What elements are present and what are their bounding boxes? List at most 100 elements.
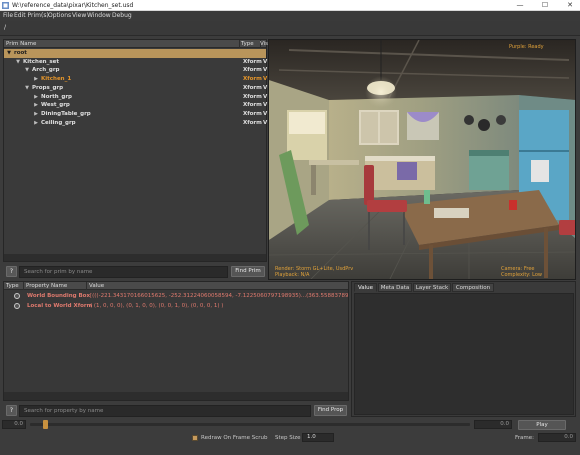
prim-name: DiningTable_grp [41, 110, 91, 117]
collapse-arrow-right-icon[interactable]: ▶ [33, 75, 39, 84]
collapse-arrow-right-icon[interactable]: ▶ [33, 101, 39, 110]
visibility-toggle[interactable]: V [263, 119, 267, 128]
prim-type: Xform [243, 84, 262, 91]
app-icon [2, 2, 9, 9]
attribute-icon [14, 293, 20, 299]
tab-layer-stack[interactable]: Layer Stack [413, 283, 451, 292]
play-button[interactable]: Play [518, 420, 566, 430]
visibility-toggle[interactable]: V [263, 58, 267, 67]
prim-name: root [14, 50, 27, 56]
prim-type: Xform [243, 76, 262, 83]
prim-tree-row[interactable]: ▶ West_grp Xform V [4, 101, 267, 110]
attribute-inspector-panel: Value Meta Data Layer Stack Composition [351, 281, 576, 417]
maximize-button[interactable]: ☐ [535, 0, 555, 11]
frame-field[interactable]: 0.0 [538, 433, 576, 442]
prim-type: Xform [243, 67, 262, 74]
find-prop-button[interactable]: Find Prop [314, 405, 347, 416]
path-bar: / [0, 21, 580, 36]
header-prim-name[interactable]: Prim Name [6, 40, 36, 48]
step-size-label: Step Size [275, 435, 301, 441]
tab-composition[interactable]: Composition [452, 283, 494, 292]
frame-label: Frame: [515, 435, 534, 441]
property-row[interactable]: Local to World Xform ( (1, 0, 0, 0), (0,… [4, 301, 348, 311]
prim-tree-row[interactable]: ▼ root [4, 49, 266, 58]
visibility-toggle[interactable]: V [263, 66, 267, 75]
property-name: World Bounding Box [27, 293, 91, 299]
header-divider [239, 40, 240, 48]
header-property-name[interactable]: Property Name [26, 282, 67, 290]
timeline-slider-track[interactable] [30, 423, 470, 426]
menu-edit-prims[interactable]: Edit Prim(s) [14, 12, 49, 20]
viewport-hud-playback: Playback: N/A [275, 272, 310, 278]
header-divider [86, 282, 87, 290]
find-prim-button[interactable]: Find Prim [231, 266, 265, 277]
expand-arrow-down-icon[interactable]: ▼ [24, 66, 30, 75]
prim-path-field[interactable]: / [4, 24, 6, 31]
prim-name: Props_grp [32, 84, 64, 91]
prim-type: Xform [243, 110, 262, 117]
prim-tree-row[interactable]: ▶ North_grp Xform V [4, 93, 267, 102]
horizontal-scrollbar[interactable] [4, 254, 266, 261]
prim-tree-panel: Prim Name Type Vis ▼ root ▼ Kitchen_set Xfor… [3, 39, 268, 262]
visibility-toggle[interactable]: V [263, 84, 267, 93]
visibility-toggle[interactable]: V [263, 93, 267, 102]
close-button[interactable]: ✕ [560, 0, 580, 11]
collapse-arrow-right-icon[interactable]: ▶ [33, 119, 39, 128]
expand-arrow-down-icon[interactable]: ▼ [6, 49, 12, 58]
visibility-toggle[interactable]: V [263, 75, 267, 84]
kitchen-scene-render [269, 40, 575, 279]
prim-name: Kitchen_1 [41, 76, 72, 83]
end-frame-field[interactable]: 0.0 [474, 420, 512, 429]
property-search-input[interactable]: Search for property by name [19, 405, 311, 417]
playback-options-bar: Redraw On Frame Scrub Step Size 1.0 Fram… [0, 431, 580, 455]
property-panel: Type Property Name Value World Bounding … [3, 281, 349, 401]
visibility-toggle[interactable]: V [263, 110, 267, 119]
attribute-icon [14, 303, 20, 309]
tab-meta-data[interactable]: Meta Data [378, 283, 412, 292]
header-prop-type[interactable]: Type [6, 282, 19, 290]
timeline-slider-handle[interactable] [43, 420, 49, 429]
prim-tree-row[interactable]: ▼ Props_grp Xform V [4, 84, 267, 93]
prim-name: West_grp [41, 102, 70, 109]
tab-value[interactable]: Value [354, 283, 377, 292]
prim-tree-row[interactable]: ▶ Ceiling_grp Xform V [4, 119, 267, 128]
window-title: W:\reference_data\pixar\Kitchen_set.usd [12, 2, 134, 9]
menu-file[interactable]: File [3, 12, 13, 20]
redraw-checkbox[interactable] [192, 435, 198, 441]
minimize-button[interactable]: — [510, 0, 530, 11]
menu-view[interactable]: View [72, 12, 86, 20]
prim-tree-row[interactable]: ▶ DiningTable_grp Xform V [4, 110, 267, 119]
header-type[interactable]: Type [241, 40, 254, 48]
prim-tree-row[interactable]: ▶ Kitchen_1 Xform V [4, 75, 267, 84]
property-value: [(((-221.343170166015625, -252.312240600… [90, 293, 348, 299]
menu-bar: File Edit Prim(s) Options View Window De… [0, 11, 580, 21]
collapse-arrow-right-icon[interactable]: ▶ [33, 110, 39, 119]
start-frame-field[interactable]: 0.0 [2, 420, 26, 429]
step-size-field[interactable]: 1.0 [302, 433, 334, 442]
prim-tree-header: Prim Name Type Vis [4, 40, 268, 48]
prim-type: Xform [243, 119, 262, 126]
menu-window[interactable]: Window [87, 12, 111, 20]
expand-arrow-down-icon[interactable]: ▼ [24, 84, 30, 93]
expand-arrow-down-icon[interactable]: ▼ [15, 58, 21, 67]
property-name: Local to World Xform [27, 303, 93, 309]
prim-tree-body: ▼ root ▼ Kitchen_set Xform V ▼ Arch_grp Xform V ▶ K… [4, 49, 267, 254]
property-header: Type Property Name Value [4, 282, 348, 290]
3d-viewport[interactable]: Purple: Ready Render: Storm GL+Lite, Usd… [268, 39, 576, 280]
header-vis[interactable]: Vis [260, 40, 268, 48]
value-view [354, 293, 574, 415]
menu-options[interactable]: Options [48, 12, 71, 20]
prim-search-input[interactable]: Search for prim by name [19, 266, 228, 278]
prop-help-button[interactable]: ? [6, 405, 17, 416]
menu-debug[interactable]: Debug [112, 12, 132, 20]
collapse-arrow-right-icon[interactable]: ▶ [33, 93, 39, 102]
prim-tree-row[interactable]: ▼ Arch_grp Xform V [4, 66, 267, 75]
header-value[interactable]: Value [89, 282, 104, 290]
prim-help-button[interactable]: ? [6, 266, 17, 277]
horizontal-scrollbar[interactable] [4, 392, 348, 400]
property-row[interactable]: World Bounding Box [(((-221.343170166015… [4, 291, 348, 301]
prim-tree-row[interactable]: ▼ Kitchen_set Xform V [4, 58, 267, 67]
visibility-toggle[interactable]: V [263, 101, 267, 110]
prim-name: Arch_grp [32, 67, 60, 74]
viewport-hud-status: Purple: Ready [509, 44, 544, 50]
